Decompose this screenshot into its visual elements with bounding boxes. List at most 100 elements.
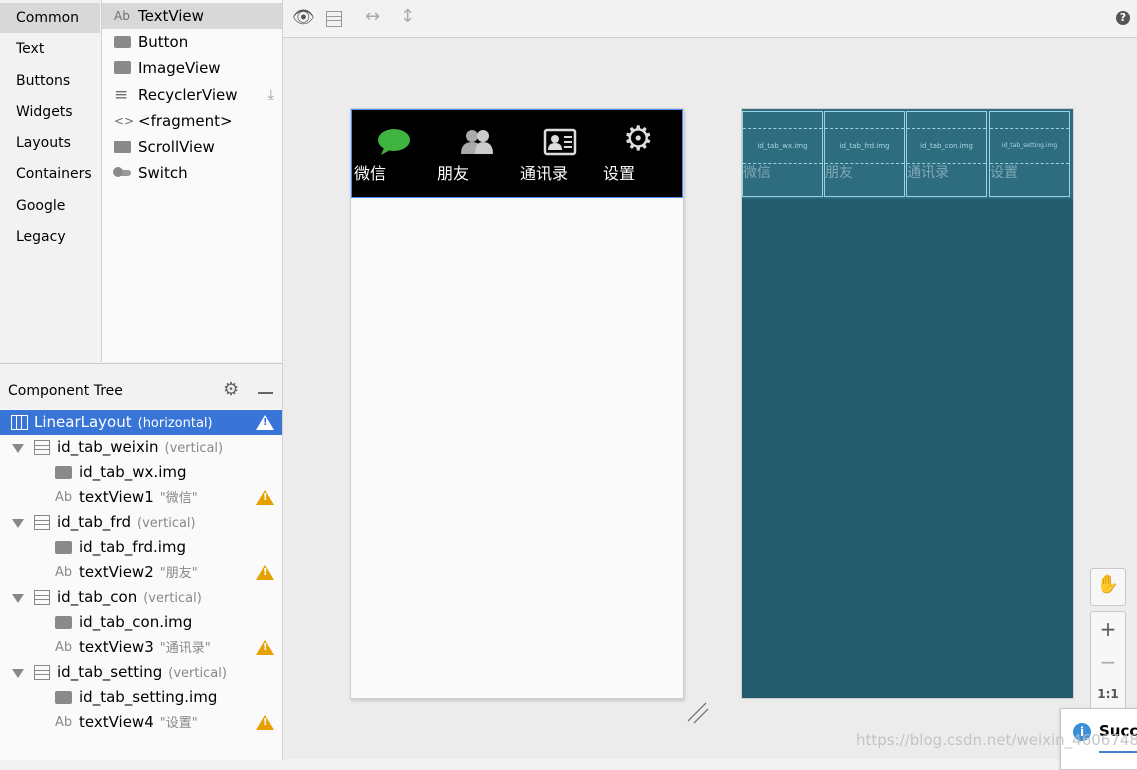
- widget-label: ImageView: [138, 59, 221, 77]
- blueprint-tab-bar[interactable]: id_tab_wx.img 微信 id_tab_frd.img 朋友 id_ta…: [742, 109, 1073, 199]
- vertical-layout-icon: [34, 515, 50, 530]
- toast-link[interactable]: [1099, 751, 1137, 753]
- gear-icon[interactable]: ⚙: [223, 379, 239, 400]
- component-tree-title: Component Tree: [8, 383, 123, 399]
- resize-handle-icon[interactable]: [686, 701, 710, 725]
- tree-row-id-tab-frd[interactable]: id_tab_frd (vertical): [0, 510, 282, 535]
- tree-row-id-tab-frd-img[interactable]: id_tab_frd.img: [0, 535, 282, 560]
- design-preview[interactable]: 微信 朋友 通讯录 ⚙ 设置: [350, 108, 684, 699]
- textview-icon: Ab: [55, 490, 73, 505]
- tab-bar[interactable]: 微信 朋友 通讯录 ⚙ 设置: [351, 109, 683, 198]
- zoom-controls: + − 1:1: [1090, 611, 1126, 713]
- widget-textview[interactable]: Ab TextView: [102, 3, 282, 29]
- textview-icon: Ab: [55, 565, 73, 580]
- tree-row-textview4[interactable]: Ab textView4 "设置": [0, 710, 282, 735]
- category-google[interactable]: Google: [0, 191, 100, 221]
- horizontal-resize-icon[interactable]: ↔: [365, 6, 380, 27]
- textview-icon: Ab: [55, 715, 73, 730]
- widget-label: Button: [138, 33, 189, 51]
- widget-label: ScrollView: [138, 138, 215, 156]
- tree-row-label: textView4 "设置": [79, 713, 198, 731]
- tree-row-label: id_tab_weixin (vertical): [57, 438, 224, 456]
- tree-row-id-tab-setting[interactable]: id_tab_setting (vertical): [0, 660, 282, 685]
- switch-icon: [113, 165, 132, 181]
- eye-icon[interactable]: 👁: [292, 7, 315, 28]
- widget-button[interactable]: Button: [102, 29, 282, 55]
- hand-icon[interactable]: ✋: [1091, 574, 1125, 595]
- warning-icon[interactable]: [256, 640, 274, 655]
- tree-row-textview3[interactable]: Ab textView3 "通讯录": [0, 635, 282, 660]
- widget-switch[interactable]: Switch: [102, 160, 282, 186]
- expand-arrow-icon[interactable]: [12, 669, 24, 678]
- palette-categories: Common Text Buttons Widgets Layouts Cont…: [0, 0, 102, 362]
- blueprint-preview[interactable]: id_tab_wx.img 微信 id_tab_frd.img 朋友 id_ta…: [741, 108, 1074, 699]
- tab-label: 朋友: [437, 164, 470, 183]
- zoom-out-button[interactable]: −: [1091, 649, 1125, 675]
- widget-fragment[interactable]: <> <fragment>: [102, 108, 282, 134]
- palette-widgets: Ab TextView Button ImageView ≡ RecyclerV…: [102, 0, 283, 362]
- tree-row-label: id_tab_con (vertical): [57, 588, 202, 606]
- widget-imageview[interactable]: ImageView: [102, 55, 282, 81]
- help-icon[interactable]: ?: [1116, 11, 1130, 25]
- tree-row-id-tab-wx-img[interactable]: id_tab_wx.img: [0, 460, 282, 485]
- blueprint-text-label: 微信: [743, 165, 771, 181]
- contact-card-icon: [543, 128, 577, 156]
- code-brackets-icon: <>: [114, 114, 135, 128]
- tree-row-id-tab-setting-img[interactable]: id_tab_setting.img: [0, 685, 282, 710]
- watermark: https://blog.csdn.net/weixin_46067489: [856, 731, 1137, 749]
- tree-row-id-tab-con-img[interactable]: id_tab_con.img: [0, 610, 282, 635]
- tab-friends[interactable]: 朋友: [435, 110, 518, 199]
- category-containers[interactable]: Containers: [0, 159, 100, 189]
- download-icon[interactable]: ⤓: [268, 82, 274, 108]
- warning-icon[interactable]: [256, 715, 274, 730]
- zoom-in-button[interactable]: +: [1091, 616, 1125, 642]
- pan-tool[interactable]: ✋: [1090, 568, 1126, 606]
- category-text[interactable]: Text: [0, 34, 100, 64]
- widget-label: Switch: [138, 164, 188, 182]
- category-common[interactable]: Common: [0, 3, 100, 33]
- category-widgets[interactable]: Widgets: [0, 97, 100, 127]
- blueprint-image-label: id_tab_setting.img: [990, 128, 1069, 164]
- expand-arrow-icon[interactable]: [12, 594, 24, 603]
- blueprint-cell[interactable]: id_tab_setting.img 设置: [989, 111, 1070, 197]
- blueprint-text-label: 设置: [990, 165, 1018, 181]
- warning-icon[interactable]: [256, 415, 274, 430]
- blueprint-cell[interactable]: id_tab_frd.img 朋友: [824, 111, 905, 197]
- zoom-actual-size-button[interactable]: 1:1: [1091, 684, 1125, 704]
- tab-weixin[interactable]: 微信: [352, 110, 435, 199]
- blueprint-cell[interactable]: id_tab_wx.img 微信: [742, 111, 823, 197]
- tree-row-linearlayout[interactable]: LinearLayout (horizontal): [0, 410, 282, 435]
- image-icon: [55, 691, 72, 704]
- blueprint-toggle-icon[interactable]: [326, 11, 342, 27]
- design-toolbar: 👁 ↔ ↕ ?: [283, 0, 1137, 38]
- friends-icon: [461, 130, 493, 154]
- tree-row-label: LinearLayout (horizontal): [34, 413, 213, 431]
- vertical-layout-icon: [34, 440, 50, 455]
- blueprint-text-label: 朋友: [825, 165, 853, 181]
- minimize-icon[interactable]: [258, 392, 273, 394]
- category-buttons[interactable]: Buttons: [0, 66, 100, 96]
- vertical-layout-icon: [34, 665, 50, 680]
- tree-row-id-tab-weixin[interactable]: id_tab_weixin (vertical): [0, 435, 282, 460]
- blueprint-cell[interactable]: id_tab_con.img 通讯录: [906, 111, 987, 197]
- vertical-layout-icon: [34, 590, 50, 605]
- tab-contacts[interactable]: 通讯录: [518, 110, 601, 199]
- widget-label: RecyclerView: [138, 86, 238, 104]
- tab-settings[interactable]: ⚙ 设置: [601, 110, 684, 199]
- tree-row-textview2[interactable]: Ab textView2 "朋友": [0, 560, 282, 585]
- expand-arrow-icon[interactable]: [12, 444, 24, 453]
- warning-icon[interactable]: [256, 490, 274, 505]
- tree-row-id-tab-con[interactable]: id_tab_con (vertical): [0, 585, 282, 610]
- expand-arrow-icon[interactable]: [12, 519, 24, 528]
- textview-icon: Ab: [114, 9, 130, 23]
- tree-row-label: id_tab_setting (vertical): [57, 663, 227, 681]
- category-layouts[interactable]: Layouts: [0, 128, 100, 158]
- blueprint-text-label: 通讯录: [907, 165, 949, 181]
- widget-recyclerview[interactable]: ≡ RecyclerView ⤓: [102, 82, 282, 108]
- vertical-resize-icon[interactable]: ↕: [400, 6, 415, 27]
- category-legacy[interactable]: Legacy: [0, 222, 100, 252]
- widget-scrollview[interactable]: ScrollView: [102, 134, 282, 160]
- warning-icon[interactable]: [256, 565, 274, 580]
- tree-row-label: id_tab_wx.img: [79, 463, 187, 481]
- tree-row-textview1[interactable]: Ab textView1 "微信": [0, 485, 282, 510]
